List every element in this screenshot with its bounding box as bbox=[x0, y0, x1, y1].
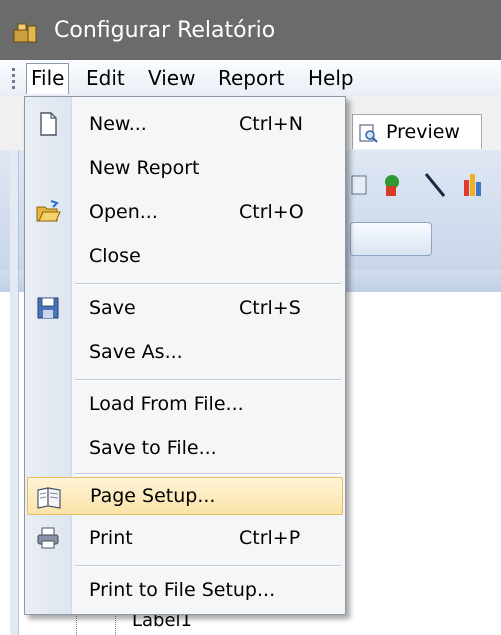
menu-item-print-to-file-label: Print to File Setup... bbox=[89, 579, 276, 601]
tab-preview-label: Preview bbox=[386, 121, 460, 143]
app-icon bbox=[13, 23, 37, 43]
menu-item-save-to-file-label: Save to File... bbox=[89, 437, 217, 459]
preview-icon bbox=[359, 124, 378, 143]
menu-item-close-label: Close bbox=[89, 245, 141, 267]
menu-item-open-label: Open... bbox=[89, 201, 158, 223]
menu-view[interactable]: View bbox=[144, 64, 199, 92]
left-ruler bbox=[10, 150, 19, 635]
window-title: Configurar Relatório bbox=[54, 18, 276, 43]
menu-item-page-setup[interactable]: Page Setup... bbox=[27, 477, 343, 515]
menu-item-new-label: New... bbox=[89, 113, 147, 135]
menu-item-new-report[interactable]: New Report bbox=[27, 149, 343, 187]
menu-item-load-label: Load From File... bbox=[89, 393, 244, 415]
menu-item-print-label: Print bbox=[89, 527, 133, 549]
menu-item-load-from-file[interactable]: Load From File... bbox=[27, 385, 343, 423]
toolbar-combo[interactable] bbox=[350, 222, 432, 256]
title-bar: Configurar Relatório bbox=[0, 0, 501, 60]
menu-item-page-setup-label: Page Setup... bbox=[90, 485, 216, 507]
menu-bar: File Edit View Report Help bbox=[0, 60, 501, 96]
new-document-icon bbox=[40, 112, 57, 136]
menu-item-save-label: Save bbox=[89, 297, 136, 319]
toolbar-icons bbox=[351, 173, 481, 197]
menu-separator bbox=[75, 473, 341, 475]
floppy-disk-icon bbox=[37, 297, 59, 319]
menu-help[interactable]: Help bbox=[304, 64, 358, 92]
menu-file[interactable]: File bbox=[26, 63, 70, 94]
menu-item-open[interactable]: Open... Ctrl+O bbox=[27, 193, 343, 231]
menu-item-print[interactable]: Print Ctrl+P bbox=[27, 519, 343, 557]
menu-item-open-shortcut: Ctrl+O bbox=[239, 201, 304, 223]
printer-icon bbox=[37, 527, 59, 549]
menu-item-close[interactable]: Close bbox=[27, 237, 343, 275]
menu-item-save-as[interactable]: Save As... bbox=[27, 333, 343, 371]
menu-edit[interactable]: Edit bbox=[82, 64, 129, 92]
menu-item-new[interactable]: New... Ctrl+N bbox=[27, 105, 343, 143]
menu-separator bbox=[75, 379, 341, 381]
menu-separator bbox=[75, 283, 341, 285]
menu-item-new-shortcut: Ctrl+N bbox=[239, 113, 303, 135]
page-setup-icon bbox=[37, 487, 61, 509]
menu-item-new-report-label: New Report bbox=[89, 157, 200, 179]
menu-item-print-to-file-setup[interactable]: Print to File Setup... bbox=[27, 571, 343, 609]
menubar-grip[interactable] bbox=[12, 68, 15, 90]
menu-item-save-as-label: Save As... bbox=[89, 341, 183, 363]
menu-item-save-to-file[interactable]: Save to File... bbox=[27, 429, 343, 467]
menu-item-print-shortcut: Ctrl+P bbox=[239, 527, 301, 549]
menu-separator bbox=[75, 565, 341, 567]
menu-item-save-shortcut: Ctrl+S bbox=[239, 297, 301, 319]
menu-item-save[interactable]: Save Ctrl+S bbox=[27, 289, 343, 327]
menu-report[interactable]: Report bbox=[214, 64, 288, 92]
file-menu-dropdown: New... Ctrl+N New Report Open... Ctrl+O … bbox=[24, 96, 346, 615]
open-folder-icon bbox=[36, 200, 61, 222]
